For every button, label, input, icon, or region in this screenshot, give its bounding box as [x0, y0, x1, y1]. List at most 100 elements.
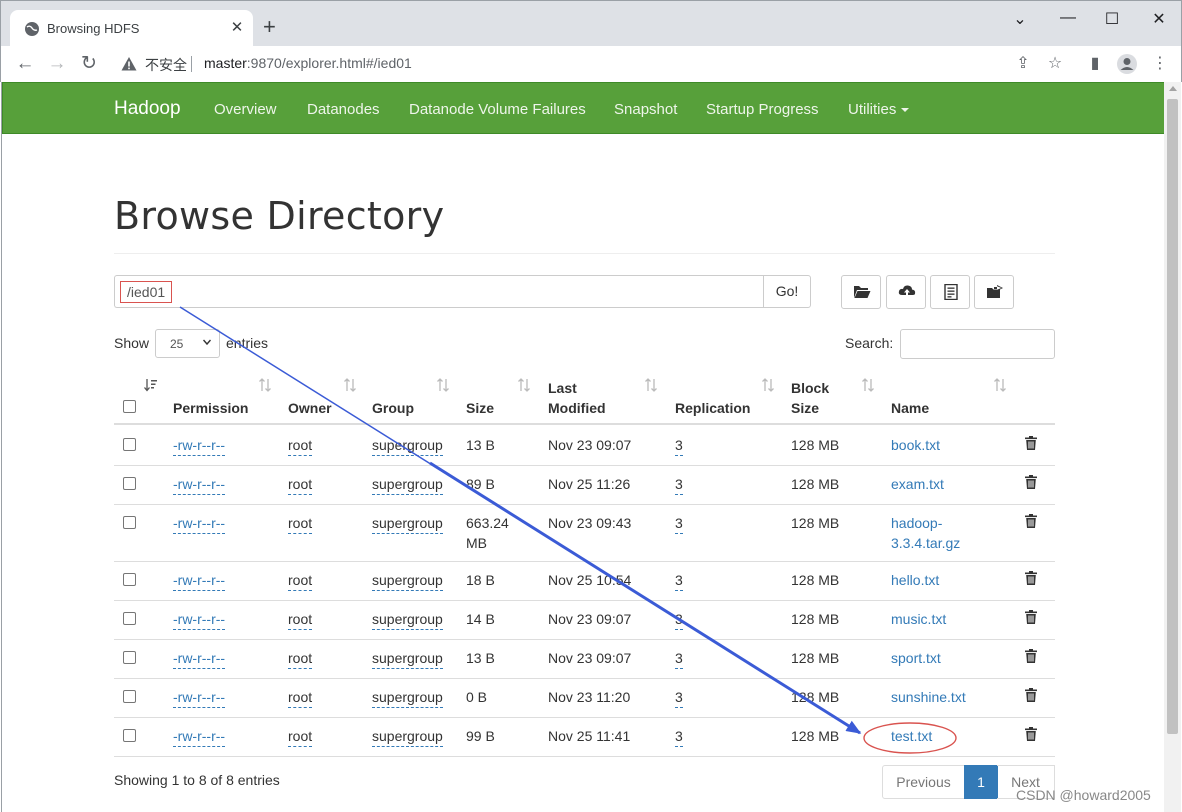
group-cell[interactable]: supergroup	[372, 687, 443, 708]
col-last-modified[interactable]: Last Modified	[548, 378, 606, 418]
col-name[interactable]: Name	[891, 398, 929, 418]
select-all-checkbox[interactable]	[123, 400, 136, 413]
nav-snapshot[interactable]: Snapshot	[614, 101, 677, 118]
maximize-icon[interactable]: ☐	[1098, 9, 1126, 31]
owner-cell[interactable]: root	[288, 687, 313, 708]
go-button[interactable]: Go!	[763, 275, 811, 308]
menu-kebab-icon[interactable]: ⋮	[1150, 54, 1170, 74]
create-directory-button[interactable]	[841, 275, 881, 309]
file-name-link[interactable]: test.txt	[891, 726, 932, 746]
url-text[interactable]: master:9870/explorer.html#/ied01	[204, 55, 412, 71]
trash-icon[interactable]	[1025, 688, 1037, 702]
permission-cell[interactable]: -rw-r--r--	[173, 687, 226, 708]
sort-both-icon[interactable]	[861, 378, 875, 392]
group-cell[interactable]: supergroup	[372, 474, 443, 495]
sort-both-icon[interactable]	[993, 378, 1007, 392]
warning-icon[interactable]	[121, 56, 137, 72]
nav-startup-progress[interactable]: Startup Progress	[706, 101, 819, 118]
permission-cell[interactable]: -rw-r--r--	[173, 726, 226, 747]
sort-both-icon[interactable]	[644, 378, 658, 392]
permission-cell[interactable]: -rw-r--r--	[173, 513, 226, 534]
forward-icon[interactable]: →	[47, 54, 67, 74]
file-name-link[interactable]: hadoop- 3.3.4.tar.gz	[891, 513, 960, 553]
row-checkbox[interactable]	[123, 516, 136, 529]
trash-icon[interactable]	[1025, 436, 1037, 450]
trash-icon[interactable]	[1025, 649, 1037, 663]
group-cell[interactable]: supergroup	[372, 648, 443, 669]
file-name-link[interactable]: hello.txt	[891, 570, 939, 590]
col-permission[interactable]: Permission	[173, 398, 248, 418]
replication-cell[interactable]: 3	[675, 609, 683, 630]
replication-cell[interactable]: 3	[675, 474, 683, 495]
sort-both-icon[interactable]	[343, 378, 357, 392]
row-checkbox[interactable]	[123, 477, 136, 490]
entries-per-page-select[interactable]: 25	[155, 329, 220, 358]
scroll-up-icon[interactable]	[1169, 86, 1177, 91]
reload-icon[interactable]: ↻	[79, 54, 99, 74]
sort-both-icon[interactable]	[761, 378, 775, 392]
owner-cell[interactable]: root	[288, 609, 313, 630]
row-checkbox[interactable]	[123, 690, 136, 703]
pagination-page-1[interactable]: 1	[964, 765, 998, 799]
navbar-brand[interactable]: Hadoop	[114, 98, 181, 120]
tab-search-icon[interactable]: ⌄	[1006, 9, 1034, 31]
scrollbar-thumb[interactable]	[1167, 99, 1178, 734]
owner-cell[interactable]: root	[288, 513, 313, 534]
row-checkbox[interactable]	[123, 651, 136, 664]
new-tab-icon[interactable]: +	[263, 16, 276, 38]
group-cell[interactable]: supergroup	[372, 570, 443, 591]
col-owner[interactable]: Owner	[288, 398, 332, 418]
replication-cell[interactable]: 3	[675, 648, 683, 669]
sort-both-icon[interactable]	[436, 378, 450, 392]
scrollbar[interactable]	[1164, 82, 1181, 812]
insecure-label[interactable]: 不安全	[145, 55, 187, 75]
directory-path-input[interactable]: /ied01	[114, 275, 763, 308]
pagination-previous[interactable]: Previous	[882, 765, 965, 799]
row-checkbox[interactable]	[123, 438, 136, 451]
file-name-link[interactable]: sport.txt	[891, 648, 941, 668]
group-cell[interactable]: supergroup	[372, 513, 443, 534]
file-name-link[interactable]: exam.txt	[891, 474, 944, 494]
permission-cell[interactable]: -rw-r--r--	[173, 609, 226, 630]
col-group[interactable]: Group	[372, 398, 414, 418]
cut-paste-button[interactable]	[930, 275, 970, 309]
col-block-size[interactable]: Block Size	[791, 378, 829, 418]
replication-cell[interactable]: 3	[675, 687, 683, 708]
col-replication[interactable]: Replication	[675, 398, 750, 418]
permission-cell[interactable]: -rw-r--r--	[173, 435, 226, 456]
row-checkbox[interactable]	[123, 573, 136, 586]
minimize-icon[interactable]: —	[1054, 9, 1082, 31]
profile-icon[interactable]	[1116, 53, 1138, 75]
group-cell[interactable]: supergroup	[372, 609, 443, 630]
share-icon[interactable]: ⇪	[1013, 54, 1033, 74]
nav-overview[interactable]: Overview	[214, 101, 277, 118]
nav-datanodes[interactable]: Datanodes	[307, 101, 380, 118]
sort-both-icon[interactable]	[517, 378, 531, 392]
replication-cell[interactable]: 3	[675, 435, 683, 456]
paste-button[interactable]	[974, 275, 1014, 309]
replication-cell[interactable]: 3	[675, 726, 683, 747]
owner-cell[interactable]: root	[288, 570, 313, 591]
permission-cell[interactable]: -rw-r--r--	[173, 570, 226, 591]
group-cell[interactable]: supergroup	[372, 726, 443, 747]
nav-utilities[interactable]: Utilities	[848, 101, 910, 118]
trash-icon[interactable]	[1025, 610, 1037, 624]
trash-icon[interactable]	[1025, 514, 1037, 528]
row-checkbox[interactable]	[123, 729, 136, 742]
col-size[interactable]: Size	[466, 398, 494, 418]
browser-tab[interactable]: Browsing HDFS ✕	[10, 10, 253, 47]
replication-cell[interactable]: 3	[675, 570, 683, 591]
owner-cell[interactable]: root	[288, 474, 313, 495]
group-cell[interactable]: supergroup	[372, 435, 443, 456]
file-name-link[interactable]: book.txt	[891, 435, 940, 455]
permission-cell[interactable]: -rw-r--r--	[173, 648, 226, 669]
window-close-icon[interactable]: ✕	[1145, 9, 1173, 31]
back-icon[interactable]: ←	[15, 54, 35, 74]
nav-datanode-volume-failures[interactable]: Datanode Volume Failures	[409, 101, 586, 118]
side-panel-icon[interactable]: ▮	[1085, 54, 1105, 74]
file-name-link[interactable]: music.txt	[891, 609, 946, 629]
row-checkbox[interactable]	[123, 612, 136, 625]
file-name-link[interactable]: sunshine.txt	[891, 687, 966, 707]
bookmark-star-icon[interactable]: ☆	[1045, 54, 1065, 74]
address-bar[interactable]: 不安全 master:9870/explorer.html#/ied01	[111, 50, 1071, 78]
